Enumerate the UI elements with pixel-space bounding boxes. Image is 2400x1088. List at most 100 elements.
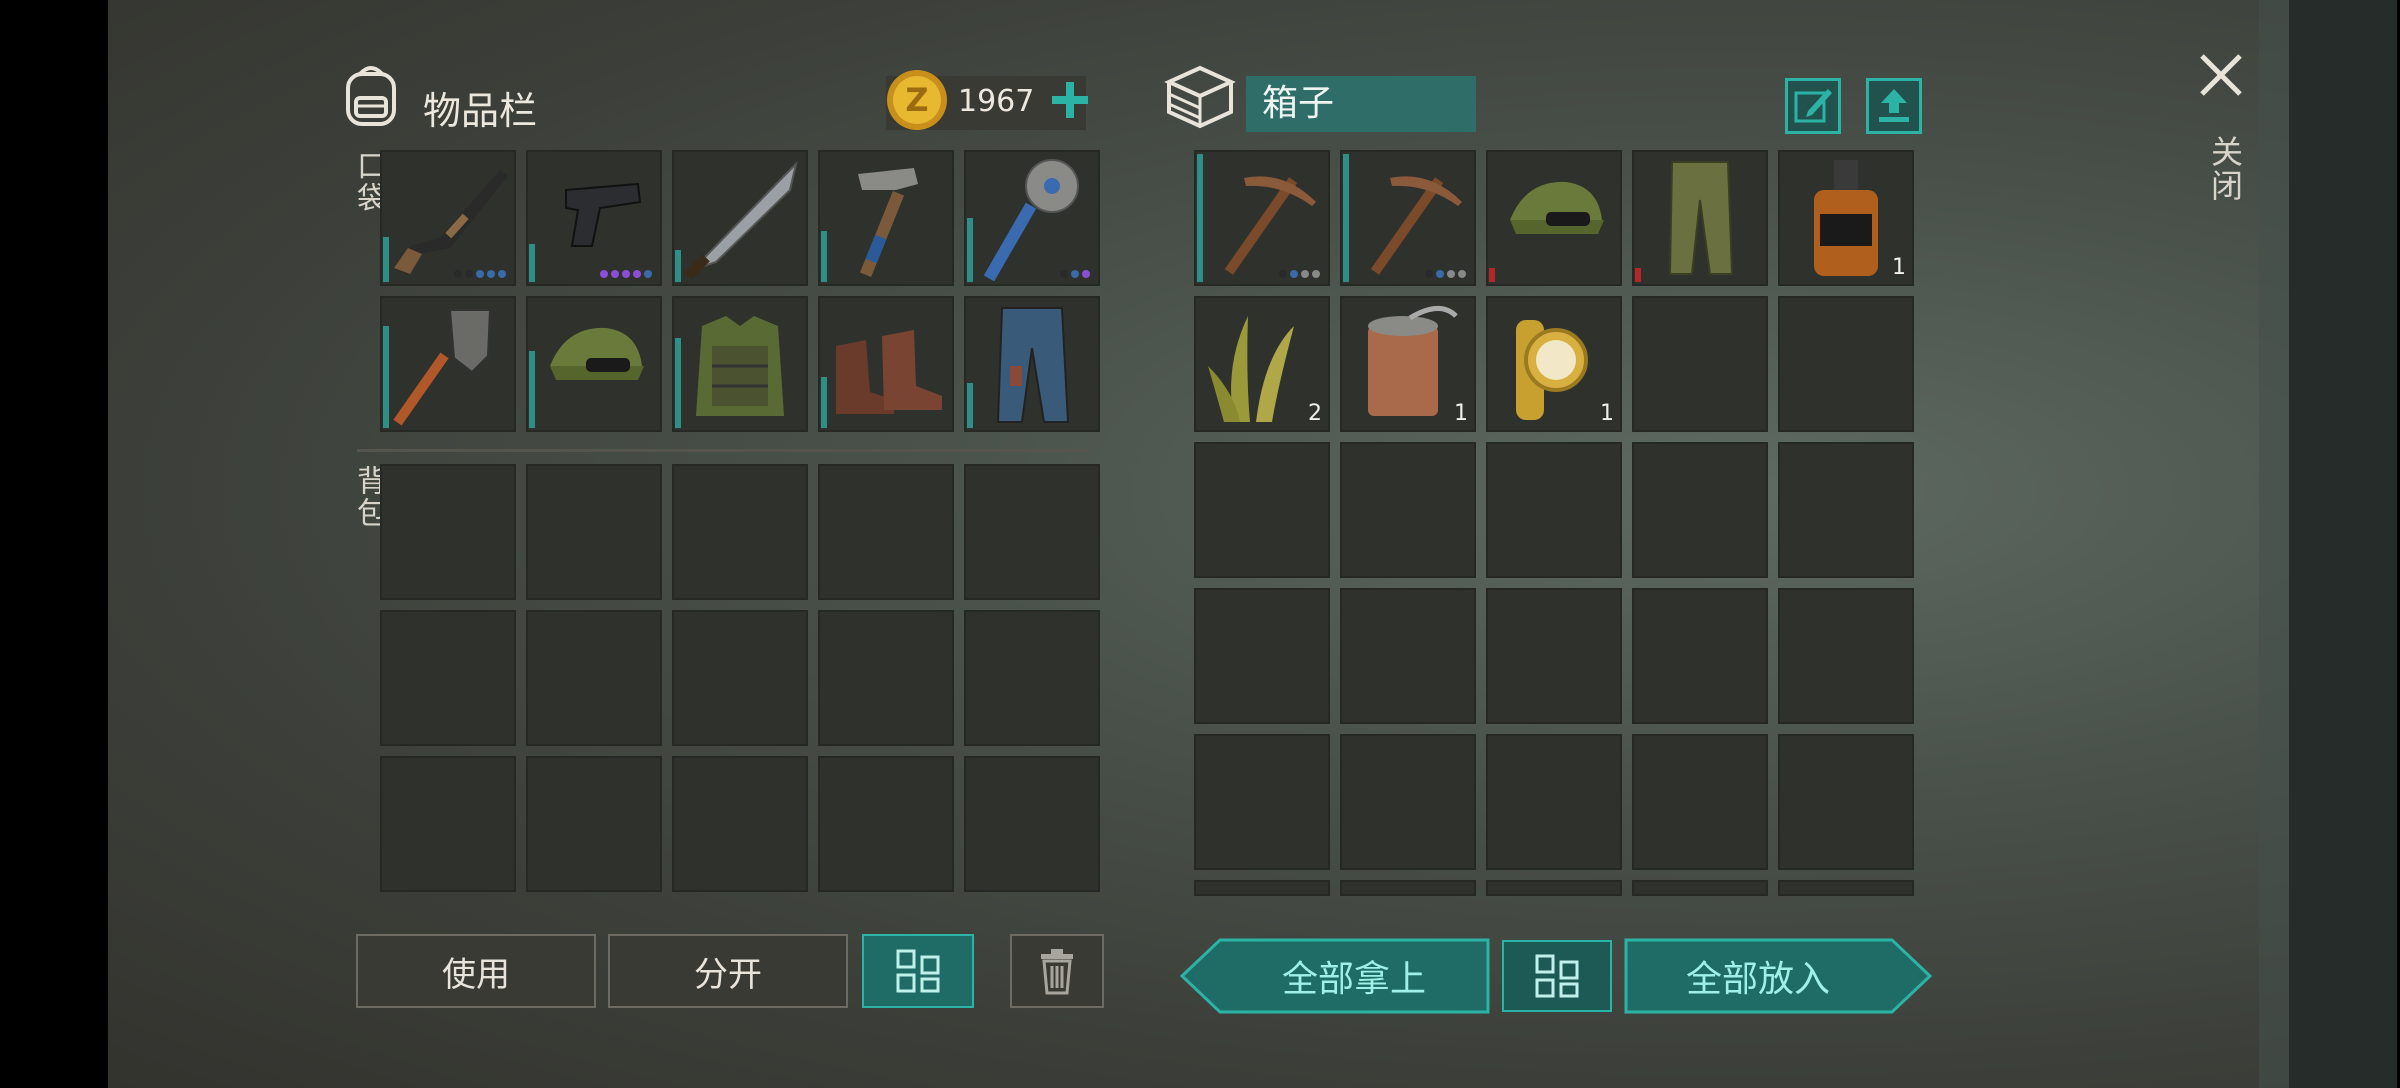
mod-dot: [487, 270, 495, 278]
empty-slot[interactable]: [818, 464, 954, 600]
item-slot[interactable]: [818, 150, 954, 286]
empty-slot[interactable]: [672, 464, 808, 600]
empty-slot[interactable]: [672, 756, 808, 892]
take-all-button[interactable]: 全部拿上: [1180, 938, 1490, 1014]
empty-slot[interactable]: [1632, 734, 1768, 870]
durability-bar: [967, 383, 973, 428]
mod-dot: [476, 270, 484, 278]
item-slot[interactable]: [1340, 150, 1476, 286]
item-slot[interactable]: [818, 296, 954, 432]
item-slot[interactable]: [672, 296, 808, 432]
empty-slot[interactable]: [818, 756, 954, 892]
edit-icon: [1794, 89, 1832, 123]
discard-button[interactable]: [1010, 934, 1104, 1008]
empty-slot[interactable]: [1778, 442, 1914, 578]
durability-bar: [675, 338, 681, 428]
empty-slot[interactable]: [380, 610, 516, 746]
durability-bar: [1197, 154, 1203, 282]
empty-slot[interactable]: [1194, 442, 1330, 578]
export-button[interactable]: [1866, 78, 1922, 134]
use-button[interactable]: 使用: [356, 934, 596, 1008]
pickaxe-icon: [1224, 176, 1316, 275]
mod-dot: [498, 270, 506, 278]
item-slot[interactable]: [1632, 150, 1768, 286]
empty-slot[interactable]: [1194, 588, 1330, 724]
mod-dot: [1447, 270, 1455, 278]
item-slot[interactable]: 1: [1340, 296, 1476, 432]
pickaxe-icon: [1370, 176, 1462, 275]
empty-slot[interactable]: [1340, 442, 1476, 578]
item-slot[interactable]: [380, 150, 516, 286]
empty-slot[interactable]: [1632, 880, 1768, 896]
section-divider: [357, 449, 1089, 452]
empty-slot[interactable]: [964, 610, 1100, 746]
empty-slot[interactable]: [1486, 588, 1622, 724]
item-slot[interactable]: [964, 150, 1100, 286]
mod-dot: [1071, 270, 1079, 278]
mod-dots: [1279, 270, 1320, 278]
empty-slot[interactable]: [526, 756, 662, 892]
mod-dots: [1425, 270, 1466, 278]
empty-slot[interactable]: [1778, 588, 1914, 724]
empty-slot[interactable]: [1194, 880, 1330, 896]
empty-slot[interactable]: [672, 610, 808, 746]
mod-dot: [465, 270, 473, 278]
backpack-icon: [340, 60, 402, 128]
mod-dot: [600, 270, 608, 278]
close-button[interactable]: [2196, 50, 2246, 100]
empty-slot[interactable]: [1194, 734, 1330, 870]
durability-bar: [1489, 268, 1495, 282]
mod-dot: [633, 270, 641, 278]
item-slot[interactable]: 1: [1778, 150, 1914, 286]
empty-slot[interactable]: [1340, 734, 1476, 870]
empty-slot[interactable]: [964, 464, 1100, 600]
item-slot[interactable]: [526, 296, 662, 432]
empty-slot[interactable]: [380, 464, 516, 600]
mod-dot: [1279, 270, 1287, 278]
close-label: 关闭: [2206, 135, 2244, 203]
empty-slot[interactable]: [964, 756, 1100, 892]
mod-dot: [1060, 270, 1068, 278]
empty-slot[interactable]: [1340, 588, 1476, 724]
upload-icon: [1879, 89, 1909, 122]
add-coins-button[interactable]: [1048, 78, 1092, 122]
empty-slot[interactable]: [1632, 588, 1768, 724]
box-name-field[interactable]: 箱子: [1246, 76, 1476, 132]
item-slot[interactable]: [526, 150, 662, 286]
empty-slot[interactable]: [1632, 442, 1768, 578]
empty-slot[interactable]: [1778, 880, 1914, 896]
item-slot[interactable]: 2: [1194, 296, 1330, 432]
empty-slot[interactable]: [1486, 880, 1622, 896]
mod-dot: [644, 270, 652, 278]
sort-button[interactable]: [862, 934, 974, 1008]
empty-slot[interactable]: [1486, 442, 1622, 578]
item-slot[interactable]: [672, 150, 808, 286]
take-all-label: 全部拿上: [1281, 959, 1426, 1000]
machete-icon: [684, 160, 798, 280]
durability-bar: [1343, 154, 1349, 282]
mod-dot: [454, 270, 462, 278]
box-sort-button[interactable]: [1502, 940, 1612, 1012]
mod-dot: [1290, 270, 1298, 278]
empty-slot[interactable]: [526, 464, 662, 600]
empty-slot[interactable]: [1486, 734, 1622, 870]
item-slot[interactable]: [964, 296, 1100, 432]
empty-slot[interactable]: [1632, 296, 1768, 432]
empty-slot[interactable]: [380, 756, 516, 892]
put-all-button[interactable]: 全部放入: [1624, 938, 1932, 1014]
item-slot[interactable]: [1194, 150, 1330, 286]
empty-slot[interactable]: [818, 610, 954, 746]
rename-button[interactable]: [1785, 78, 1841, 134]
item-slot[interactable]: 1: [1486, 296, 1622, 432]
split-button[interactable]: 分开: [608, 934, 848, 1008]
mod-dot: [622, 270, 630, 278]
empty-slot[interactable]: [1778, 296, 1914, 432]
item-slot[interactable]: [380, 296, 516, 432]
empty-slot[interactable]: [1340, 880, 1476, 896]
pistol-icon: [565, 182, 642, 247]
inventory-title: 物品栏: [423, 89, 538, 133]
empty-slot[interactable]: [526, 610, 662, 746]
item-slot[interactable]: [1486, 150, 1622, 286]
empty-slot[interactable]: [1778, 734, 1914, 870]
durability-bar: [821, 231, 827, 282]
